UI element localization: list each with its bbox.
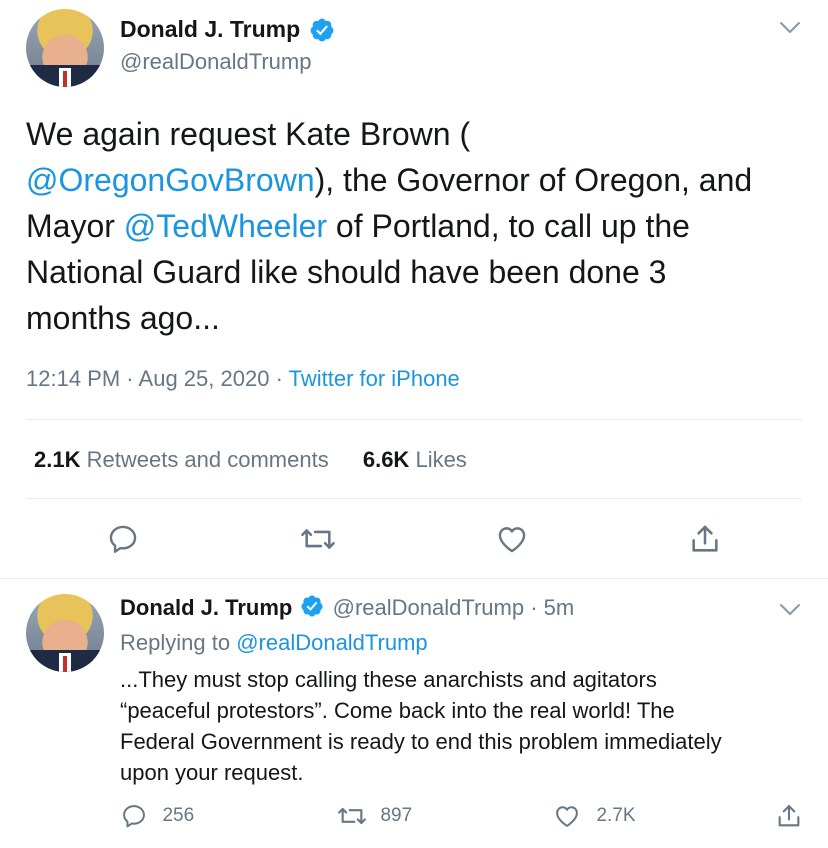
verified-badge-icon: [300, 594, 324, 624]
mention-tedwheeler-link[interactable]: @TedWheeler: [124, 208, 327, 244]
replying-to-handle-link[interactable]: @realDonaldTrump: [236, 630, 427, 655]
tweet-text-segment: We again request Kate Brown (: [26, 116, 471, 152]
retweet-count: 897: [380, 805, 413, 826]
share-icon[interactable]: [775, 801, 803, 831]
reply-text-line: Federal Government is ready to end this …: [120, 729, 722, 754]
tweet-text-segment: of Portland, to call up the: [327, 208, 690, 244]
meta-separator: ·: [126, 366, 134, 391]
reply-author-avatar[interactable]: [26, 594, 104, 672]
reply-text-line: upon your request.: [120, 760, 304, 785]
author-display-name[interactable]: Donald J. Trump: [120, 16, 300, 42]
tweet-text-segment: National Guard like should have been don…: [26, 254, 667, 290]
retweet-icon[interactable]: [299, 522, 337, 556]
section-divider: [0, 578, 828, 579]
reply-header: Donald J. Trump @realDonaldTrump · 5m: [120, 594, 574, 624]
mention-oregongovbrown-link[interactable]: @OregonGovBrown: [26, 162, 315, 198]
chevron-down-icon[interactable]: [778, 602, 802, 618]
reply-text-line: ...They must stop calling these anarchis…: [120, 667, 657, 692]
author-name-row[interactable]: Donald J. Trump: [120, 16, 335, 46]
share-icon[interactable]: [688, 521, 722, 557]
author-avatar[interactable]: [26, 9, 104, 87]
reply-text-line: “peaceful protestors”. Come back into th…: [120, 698, 675, 723]
retweets-count: 2.1K: [34, 447, 81, 472]
reply-like-action[interactable]: 2.7K: [552, 802, 636, 832]
reply-text: ...They must stop calling these anarchis…: [120, 664, 810, 788]
meta-separator: ·: [530, 594, 538, 620]
tweet-text-segment: months ago...: [26, 300, 220, 336]
likes-stat[interactable]: 6.6K Likes: [363, 447, 467, 472]
divider: [26, 498, 802, 499]
reply-retweet-action[interactable]: 897: [336, 802, 412, 832]
like-icon[interactable]: [494, 522, 530, 556]
likes-count: 6.6K: [362, 447, 410, 472]
tweet-date[interactable]: Aug 25, 2020: [139, 366, 270, 391]
replying-to: Replying to @realDonaldTrump: [120, 630, 428, 656]
reply-icon: [120, 802, 148, 830]
retweets-stat[interactable]: 2.1K Retweets and comments: [34, 447, 335, 472]
likes-label: Likes: [415, 447, 467, 472]
meta-separator: ·: [275, 366, 283, 391]
reply-count: 256: [162, 805, 195, 826]
chevron-down-icon[interactable]: [778, 20, 802, 36]
tweet-text: We again request Kate Brown ( @OregonGov…: [26, 111, 816, 341]
tweet-time[interactable]: 12:14 PM: [26, 366, 120, 391]
author-handle[interactable]: @realDonaldTrump: [120, 49, 311, 75]
engagement-stats: 2.1K Retweets and comments 6.6K Likes: [34, 447, 467, 473]
divider: [26, 419, 802, 420]
reply-reply-action[interactable]: 256: [120, 802, 194, 832]
reply-age[interactable]: 5m: [544, 595, 575, 620]
like-icon: [552, 802, 582, 830]
tweet-text-segment: Mayor: [26, 208, 124, 244]
tweet-text-segment: ), the Governor of Oregon, and: [314, 162, 753, 198]
like-count: 2.7K: [596, 805, 636, 826]
retweet-icon: [336, 802, 368, 830]
reply-icon[interactable]: [106, 522, 140, 556]
replying-to-prefix: Replying to: [120, 630, 237, 655]
verified-badge-icon: [309, 17, 335, 48]
retweets-label: Retweets and comments: [86, 447, 329, 472]
reply-author-handle[interactable]: @realDonaldTrump: [333, 595, 524, 620]
tweet-source-link[interactable]: Twitter for iPhone: [289, 366, 460, 391]
tweet-meta: 12:14 PM · Aug 25, 2020 · Twitter for iP…: [26, 366, 460, 392]
reply-author-display-name[interactable]: Donald J. Trump: [120, 595, 292, 620]
